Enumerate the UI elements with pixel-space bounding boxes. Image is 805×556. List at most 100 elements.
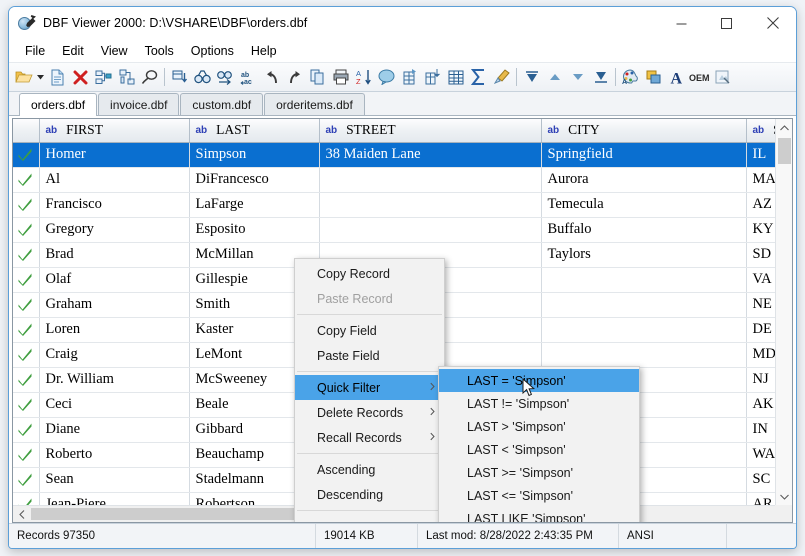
column-header-state[interactable]: abS' xyxy=(746,119,775,143)
cell-last[interactable]: DiFrancesco xyxy=(189,167,320,193)
filter-icon[interactable] xyxy=(168,65,191,89)
font-icon[interactable]: A xyxy=(665,65,688,89)
minimize-icon[interactable] xyxy=(659,7,704,40)
oem-icon[interactable]: OEM xyxy=(688,65,711,89)
row-marker[interactable] xyxy=(13,242,40,268)
last-record-icon[interactable] xyxy=(589,65,612,89)
cell-st[interactable]: NE xyxy=(746,292,775,318)
replace-icon[interactable]: ab ac xyxy=(237,65,260,89)
column-header-street[interactable]: ab STREET xyxy=(319,119,542,143)
cell-first[interactable]: Al xyxy=(39,167,190,193)
quick-filter-option-1[interactable]: LAST != 'Simpson' xyxy=(439,392,639,415)
maximize-icon[interactable] xyxy=(704,7,749,40)
row-marker[interactable] xyxy=(13,142,40,168)
menu-item-open-url[interactable]: Open URL xyxy=(295,514,444,523)
cell-city[interactable] xyxy=(541,292,747,318)
row-marker[interactable] xyxy=(13,317,40,343)
column-header-first[interactable]: ab FIRST xyxy=(39,119,190,143)
menu-options[interactable]: Options xyxy=(183,42,242,60)
row-marker[interactable] xyxy=(13,467,40,493)
scroll-down-icon[interactable] xyxy=(776,488,792,505)
menu-edit[interactable]: Edit xyxy=(54,42,92,60)
cell-first[interactable]: Roberto xyxy=(39,442,190,468)
new-file-icon[interactable] xyxy=(46,65,69,89)
cell-st[interactable]: MA xyxy=(746,167,775,193)
cell-st[interactable]: SD xyxy=(746,242,775,268)
row-marker[interactable] xyxy=(13,367,40,393)
cell-first[interactable]: Diane xyxy=(39,417,190,443)
cell-first[interactable]: Jean-Piere xyxy=(39,492,190,505)
sum-icon[interactable] xyxy=(467,65,490,89)
find-next-icon[interactable] xyxy=(214,65,237,89)
tab-orderitems-dbf[interactable]: orderitems.dbf xyxy=(264,93,365,115)
cell-street[interactable] xyxy=(319,217,542,243)
vertical-scrollbar[interactable] xyxy=(775,119,792,505)
cell-city[interactable] xyxy=(541,342,747,368)
cell-first[interactable]: Sean xyxy=(39,467,190,493)
quick-filter-submenu[interactable]: LAST = 'Simpson' LAST != 'Simpson' LAST > … xyxy=(438,366,640,523)
row-marker[interactable] xyxy=(13,342,40,368)
cell-st[interactable]: WA xyxy=(746,442,775,468)
import-icon[interactable] xyxy=(398,65,421,89)
cell-first[interactable]: Dr. William xyxy=(39,367,190,393)
table-row[interactable]: Gregory Esposito Buffalo KY xyxy=(13,217,775,243)
row-marker[interactable] xyxy=(13,217,40,243)
close-icon[interactable] xyxy=(749,7,796,40)
cell-first[interactable]: Francisco xyxy=(39,192,190,218)
cell-st[interactable]: IN xyxy=(746,417,775,443)
table-row[interactable]: Homer Simpson 38 Maiden Lane Springfield IL xyxy=(13,142,775,168)
menu-item-copy-record[interactable]: Copy Record xyxy=(295,261,444,286)
quick-filter-option-2[interactable]: LAST > 'Simpson' xyxy=(439,415,639,438)
layers-icon[interactable] xyxy=(642,65,665,89)
cell-st[interactable]: AR xyxy=(746,492,775,505)
zoom-icon[interactable] xyxy=(138,65,161,89)
row-marker[interactable] xyxy=(13,392,40,418)
scroll-up-icon[interactable] xyxy=(776,119,792,136)
quick-filter-option-5[interactable]: LAST <= 'Simpson' xyxy=(439,484,639,507)
row-marker[interactable] xyxy=(13,492,40,505)
menu-item-ascending[interactable]: Ascending xyxy=(295,457,444,482)
context-menu[interactable]: Copy Record Paste Record Copy Field Paste F… xyxy=(294,258,445,523)
undo-icon[interactable] xyxy=(260,65,283,89)
tab-invoice-dbf[interactable]: invoice.dbf xyxy=(98,93,180,115)
cell-city[interactable]: Temecula xyxy=(541,192,747,218)
column-header-last[interactable]: ab LAST xyxy=(189,119,320,143)
table-icon[interactable] xyxy=(444,65,467,89)
cell-last[interactable]: Simpson xyxy=(189,142,320,168)
clean-icon[interactable] xyxy=(490,65,513,89)
sort-az-icon[interactable]: A Z xyxy=(352,65,375,89)
cell-city[interactable]: Buffalo xyxy=(541,217,747,243)
copy-icon[interactable] xyxy=(306,65,329,89)
menu-tools[interactable]: Tools xyxy=(137,42,182,60)
menu-item-delete-records[interactable]: Delete Records xyxy=(295,400,444,425)
row-marker[interactable] xyxy=(13,192,40,218)
print-icon[interactable] xyxy=(329,65,352,89)
cell-city[interactable] xyxy=(541,267,747,293)
preview-icon[interactable] xyxy=(711,65,734,89)
cell-city[interactable]: Taylors xyxy=(541,242,747,268)
menu-item-paste-field[interactable]: Paste Field xyxy=(295,343,444,368)
column-header-city[interactable]: ab CITY xyxy=(541,119,747,143)
tab-custom-dbf[interactable]: custom.dbf xyxy=(180,93,264,115)
row-marker[interactable] xyxy=(13,167,40,193)
export-icon[interactable] xyxy=(421,65,444,89)
tab-orders-dbf[interactable]: orders.dbf xyxy=(19,93,98,116)
row-marker[interactable] xyxy=(13,442,40,468)
cell-st[interactable]: KY xyxy=(746,217,775,243)
delete-record-icon[interactable] xyxy=(69,65,92,89)
cell-first[interactable]: Ceci xyxy=(39,392,190,418)
quick-filter-option-6[interactable]: LAST LIKE 'Simpson' xyxy=(439,507,639,523)
quick-filter-option-0[interactable]: LAST = 'Simpson' xyxy=(439,369,639,392)
cell-first[interactable]: Craig xyxy=(39,342,190,368)
cell-city[interactable]: Springfield xyxy=(541,142,747,168)
row-marker[interactable] xyxy=(13,417,40,443)
menu-item-descending[interactable]: Descending xyxy=(295,482,444,507)
cell-st[interactable]: DE xyxy=(746,317,775,343)
cell-st[interactable]: MD xyxy=(746,342,775,368)
cell-first[interactable]: Brad xyxy=(39,242,190,268)
cell-last[interactable]: Esposito xyxy=(189,217,320,243)
cell-first[interactable]: Homer xyxy=(39,142,190,168)
open-folder-icon[interactable] xyxy=(12,65,35,89)
quick-filter-option-4[interactable]: LAST >= 'Simpson' xyxy=(439,461,639,484)
cell-first[interactable]: Graham xyxy=(39,292,190,318)
